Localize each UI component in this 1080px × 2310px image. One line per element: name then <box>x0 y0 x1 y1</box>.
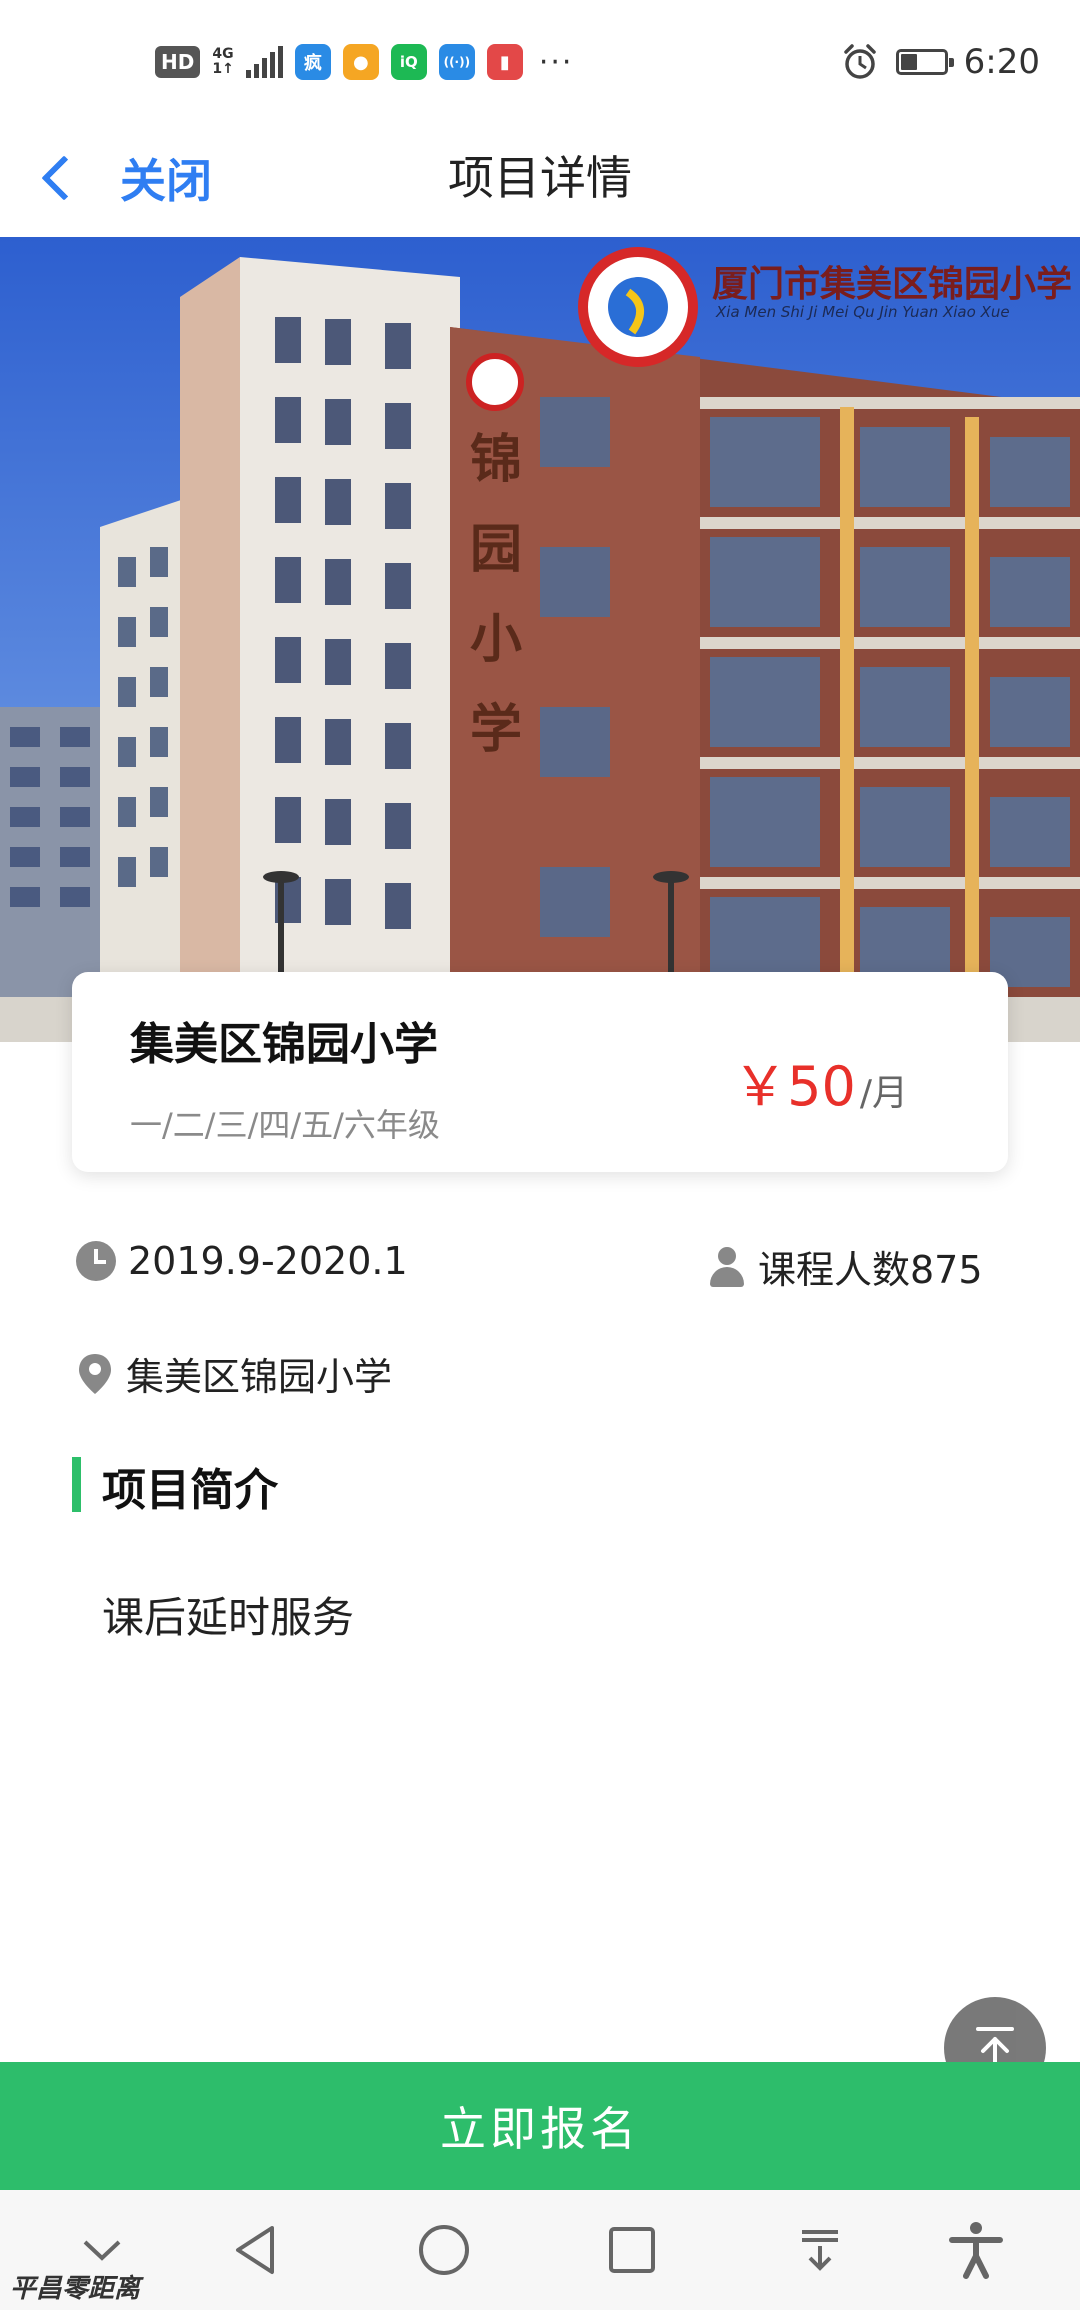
map-app-icon: 疯 <box>294 44 331 80</box>
accessibility-icon <box>949 2222 1003 2279</box>
network-type: 4G <box>212 46 234 62</box>
alarm-icon <box>843 44 876 79</box>
enrollment-count: 课程人数875 <box>758 1248 983 1292</box>
svg-text:锦: 锦 <box>470 429 522 490</box>
chevron-down-icon <box>83 2240 121 2261</box>
nav-home-button[interactable] <box>408 2214 480 2286</box>
section-accent-bar <box>72 1457 81 1512</box>
nav-accessibility-button[interactable] <box>940 2214 1012 2286</box>
location-text: 集美区锦园小学 <box>126 1355 393 1399</box>
project-intro: 课后延时服务 <box>102 1593 355 1642</box>
school-logo-text: 厦门市集美区锦园小学 <box>712 263 1073 305</box>
pull-down-icon <box>802 2230 838 2271</box>
hero-image: 锦 园 小 学 厦门市集美区锦园小学 Xia Men Shi Ji Mei Qu… <box>0 237 1080 1042</box>
status-time: 6:20 <box>963 42 1040 82</box>
price-value: ￥50 <box>733 1055 856 1118</box>
wifi-app-icon: ((·)) <box>438 44 475 80</box>
location-pin-icon <box>79 1353 111 1394</box>
date-row: 2019.9-2020.1 <box>76 1239 408 1283</box>
status-right: 6:20 <box>840 38 1040 86</box>
status-left: HD 4G 1↑ 疯 ● iQ ((·)) ▮ ··· <box>155 40 573 84</box>
enrollment-row: 课程人数875 <box>708 1239 983 1294</box>
clock-icon <box>76 1241 116 1281</box>
app-header: 关闭 项目详情 <box>0 120 1080 237</box>
svg-text:园: 园 <box>470 519 522 580</box>
circle-home-icon <box>419 2225 469 2275</box>
signup-button[interactable]: 立即报名 <box>0 2062 1080 2190</box>
price-unit: /月 <box>859 1073 908 1114</box>
nav-recents-button[interactable] <box>596 2214 668 2286</box>
more-notifications-icon: ··· <box>538 44 574 80</box>
battery-icon <box>895 49 954 75</box>
section-title: 项目简介 <box>102 1465 278 1516</box>
project-title: 集美区锦园小学 <box>130 1019 438 1070</box>
project-grades: 一/二/三/四/五/六年级 <box>130 1106 440 1144</box>
project-price: ￥50 /月 <box>733 1042 908 1121</box>
svg-text:小: 小 <box>470 609 522 670</box>
status-bar: HD 4G 1↑ 疯 ● iQ ((·)) ▮ ··· 6:20 <box>0 0 1080 120</box>
square-recents-icon <box>609 2227 655 2273</box>
project-card: 集美区锦园小学 一/二/三/四/五/六年级 ￥50 /月 <box>72 972 1008 1172</box>
iqiyi-app-icon: iQ <box>390 44 427 80</box>
svg-text:学: 学 <box>470 699 522 760</box>
watermark-text: 平昌零距离 <box>10 2274 141 2304</box>
network-indicator: 4G 1↑ <box>212 47 233 77</box>
date-range: 2019.9-2020.1 <box>128 1239 408 1283</box>
nav-back-button[interactable] <box>220 2214 292 2286</box>
school-logo-subtext: Xia Men Shi Ji Mei Qu Jin Yuan Xiao Xue <box>716 303 1010 321</box>
book-app-icon: ▮ <box>486 44 523 80</box>
page-title: 项目详情 <box>448 151 632 205</box>
network-sub: 1↑ <box>212 61 234 77</box>
nav-notification-pulldown-button[interactable] <box>784 2214 856 2286</box>
location-app-icon: ● <box>342 44 379 80</box>
system-nav-bar <box>0 2190 1080 2310</box>
hd-badge: HD <box>155 46 201 78</box>
location-row: 集美区锦园小学 <box>76 1346 392 1401</box>
person-icon <box>708 1246 746 1287</box>
school-building-photo: 锦 园 小 学 <box>0 237 1080 1042</box>
signal-icon <box>245 46 283 78</box>
triangle-back-icon <box>236 2226 274 2274</box>
